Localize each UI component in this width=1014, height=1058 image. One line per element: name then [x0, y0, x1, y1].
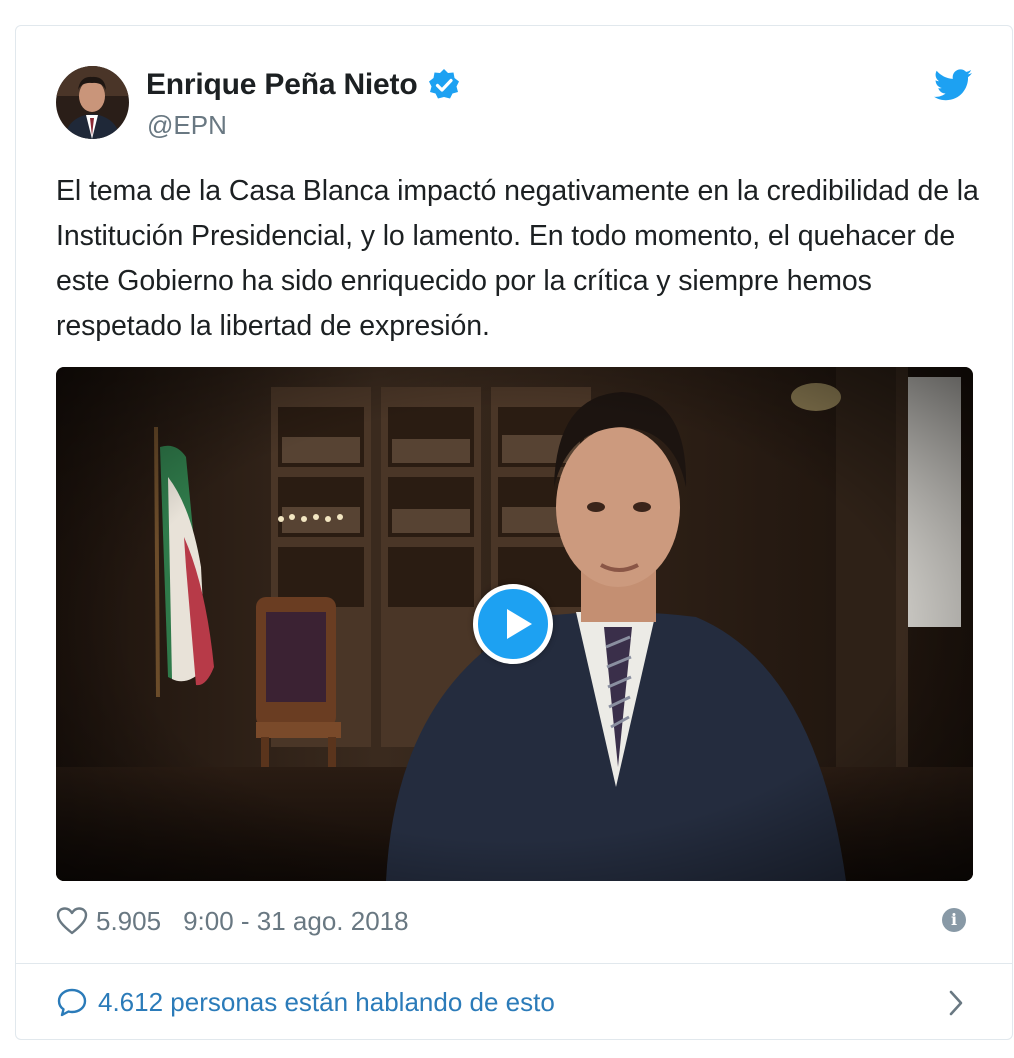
timestamp[interactable]: 9:00 - 31 ago. 2018 — [183, 906, 409, 937]
chevron-right-icon[interactable] — [948, 989, 964, 1017]
tweet-meta: 5.905 9:00 - 31 ago. 2018 — [56, 903, 409, 939]
like-count[interactable]: 5.905 — [96, 906, 161, 937]
avatar[interactable] — [56, 66, 129, 139]
divider — [16, 963, 1012, 964]
author-handle[interactable]: @EPN — [147, 110, 227, 141]
conversation-link[interactable]: 4.612 personas están hablando de esto — [56, 982, 966, 1022]
play-icon — [507, 609, 532, 639]
verified-icon — [429, 69, 460, 99]
info-icon[interactable]: i — [942, 908, 966, 932]
speech-bubble-icon — [57, 988, 87, 1017]
twitter-bird-icon[interactable] — [934, 68, 972, 102]
author-name[interactable]: Enrique Peña Nieto — [146, 68, 418, 102]
play-button[interactable] — [473, 584, 553, 664]
tweet-card: Enrique Peña Nieto @EPN El tema de la Ca… — [15, 25, 1013, 1040]
conversation-label[interactable]: 4.612 personas están hablando de esto — [98, 987, 555, 1018]
author-name-row[interactable]: Enrique Peña Nieto — [146, 68, 461, 102]
tweet-text: El tema de la Casa Blanca impactó negati… — [56, 175, 979, 342]
heart-icon[interactable] — [56, 906, 88, 936]
video-media[interactable] — [56, 367, 973, 881]
